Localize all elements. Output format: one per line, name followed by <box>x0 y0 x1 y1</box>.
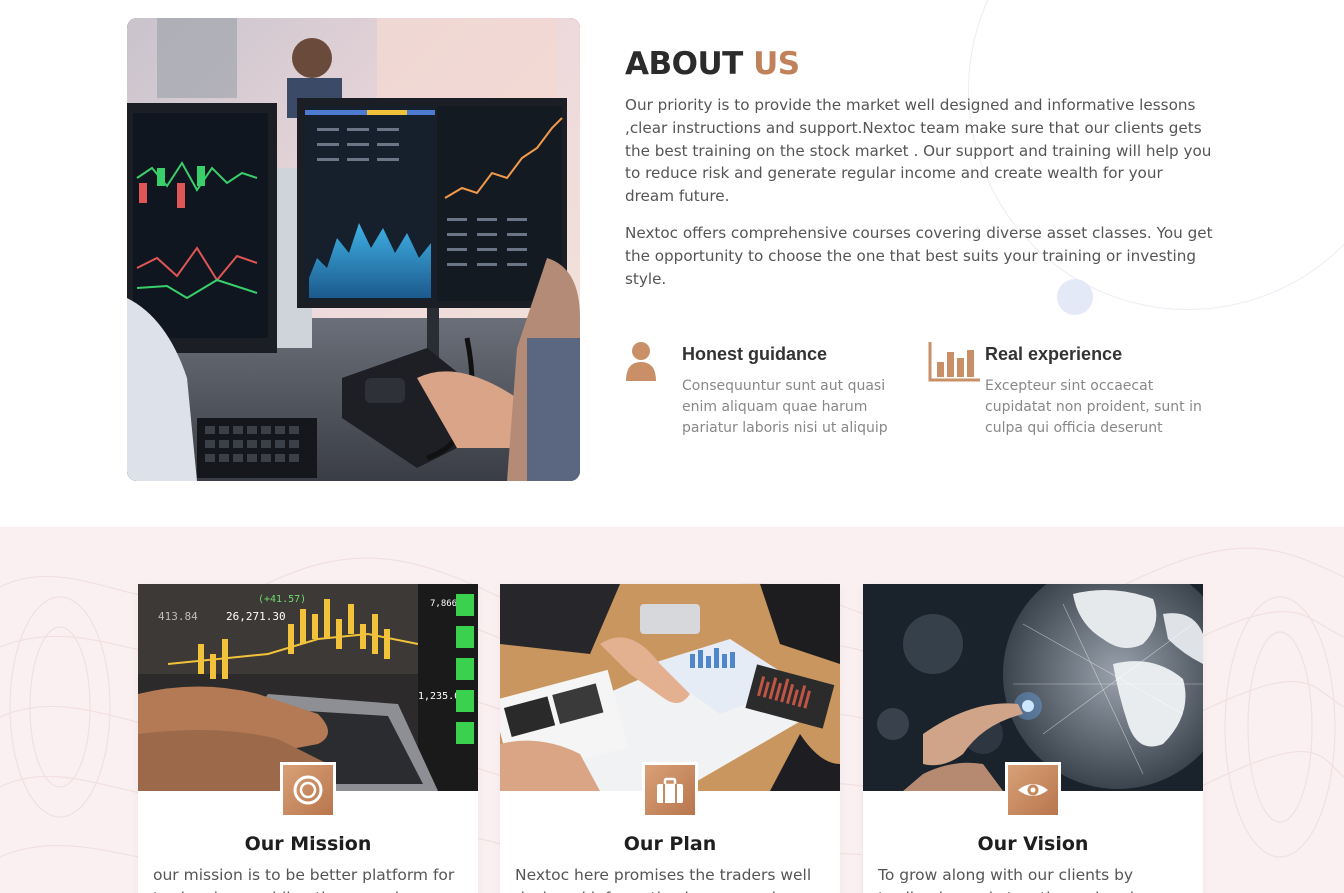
about-heading-accent: US <box>753 46 800 82</box>
card-title: Our Plan <box>623 833 717 855</box>
card-icon-wrapper <box>280 762 336 818</box>
mission-plan-vision-section: (+41.57) 26,271.30 413.84 7,866.66 1,235… <box>0 527 1344 893</box>
card-our-vision: Our Vision To grow along with our client… <box>863 584 1203 893</box>
feature-title: Honest guidance <box>682 344 828 364</box>
feature-description: Consequuntur sunt aut quasi enim aliquam… <box>682 378 888 436</box>
card-image-keyboard-trading: (+41.57) 26,271.30 413.84 7,866.66 1,235… <box>138 584 478 791</box>
card-title: Our Mission <box>244 833 372 855</box>
card-icon-wrapper <box>642 762 698 818</box>
about-trading-desk-image <box>127 18 580 481</box>
ticker-text: 413.84 <box>158 610 198 623</box>
card-description: To grow along with our clients by tradin… <box>878 866 1144 893</box>
card-image-charts-meeting <box>500 584 840 791</box>
briefcase-icon <box>645 765 695 815</box>
person-icon <box>625 340 673 384</box>
about-paragraph-1: Our priority is to provide the market we… <box>625 96 1212 206</box>
ticker-text: (+41.57) <box>258 594 306 605</box>
card-title: Our Vision <box>977 833 1089 855</box>
card-image-globe-network <box>863 584 1203 791</box>
about-section: ABOUT US Our priority is to provide the … <box>0 0 1344 527</box>
card-description: our mission is to be better platform for… <box>153 866 455 893</box>
card-icon-wrapper <box>1005 762 1061 818</box>
about-paragraph-2: Nextoc offers comprehensive courses cove… <box>625 223 1213 288</box>
about-text-block: ABOUT US Our priority is to provide the … <box>625 46 1215 290</box>
card-our-mission: (+41.57) 26,271.30 413.84 7,866.66 1,235… <box>138 584 478 893</box>
card-our-plan: Our Plan Nextoc here promises the trader… <box>500 584 840 893</box>
bar-chart-icon <box>928 340 980 384</box>
ticker-text: 26,271.30 <box>226 610 286 623</box>
feature-description: Excepteur sint occaecat cupidatat non pr… <box>985 378 1202 436</box>
features-list: Honest guidance Consequuntur sunt aut qu… <box>625 340 1225 450</box>
eye-icon <box>1008 765 1058 815</box>
about-heading: ABOUT US <box>625 46 1215 82</box>
about-heading-main: ABOUT <box>625 46 743 82</box>
card-description: Nextoc here promises the traders well de… <box>515 866 812 893</box>
feature-title: Real experience <box>985 344 1123 364</box>
target-icon <box>283 765 333 815</box>
